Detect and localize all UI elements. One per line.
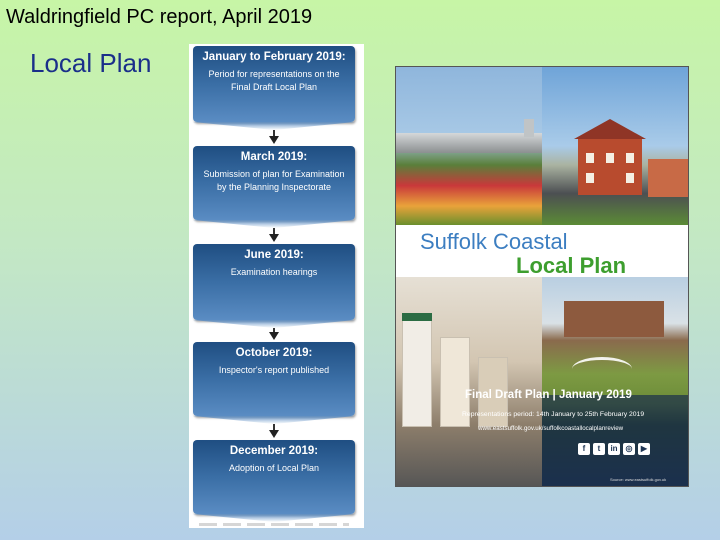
arrow-down-icon: [269, 136, 279, 144]
stage-description: Adoption of Local Plan: [228, 463, 320, 473]
house-shape: [574, 119, 646, 195]
council-logo: [572, 357, 632, 381]
stage-description: Submission of plan for Examination by th…: [203, 169, 345, 192]
cover-subtitle: Final Draft Plan | January 2019: [465, 389, 632, 401]
arrow-down-icon: [269, 234, 279, 242]
window: [586, 173, 594, 183]
street-photo: [396, 277, 542, 486]
local-plan-cover-image: Suffolk Coastal Local Plan Final Draft P…: [395, 66, 689, 487]
section-title: Local Plan: [30, 48, 152, 78]
housing-photo: [542, 67, 688, 225]
window: [626, 173, 634, 183]
cover-title-line2: Local Plan: [516, 253, 627, 278]
stage-description: Inspector's report published: [218, 365, 330, 375]
house-shape: [648, 159, 688, 197]
pier-tower: [524, 119, 534, 137]
shopfront: [402, 317, 432, 427]
social-icons: f t in ◎ ▶: [578, 443, 650, 455]
arrow-down-icon: [269, 332, 279, 340]
timeline-stage: October 2019: Inspector's report publish…: [193, 342, 355, 416]
youtube-icon: ▶: [638, 443, 650, 455]
instagram-icon: ◎: [623, 443, 635, 455]
timeline-stage: March 2019: Submission of plan for Exami…: [193, 146, 355, 220]
cover-info-panel: [542, 395, 688, 486]
facebook-icon: f: [578, 443, 590, 455]
pier-photo: [396, 67, 542, 225]
stage-date: June 2019:: [244, 249, 304, 261]
stage-date: January to February 2019:: [202, 51, 346, 63]
window: [586, 153, 594, 163]
timeline-stage: June 2019: Examination hearings: [193, 244, 355, 320]
timeline-stage: January to February 2019: Period for rep…: [193, 46, 355, 122]
twitter-icon: t: [593, 443, 605, 455]
linkedin-icon: in: [608, 443, 620, 455]
pier-structure: [396, 133, 542, 153]
timeline-panel: January to February 2019: Period for rep…: [189, 44, 364, 528]
stage-description: Period for representations on the Final …: [208, 69, 340, 92]
cover-title-line1: Suffolk Coastal: [420, 229, 568, 254]
awning: [402, 313, 432, 321]
window: [606, 153, 614, 163]
stage-date: March 2019:: [240, 151, 308, 163]
cover-url: www.eastsuffolk.gov.uk/suffolkcoastalloc…: [478, 425, 624, 432]
timeline-stage: December 2019: Adoption of Local Plan: [193, 440, 355, 514]
faint-footer-text: [199, 523, 349, 526]
arrow-down-icon: [269, 430, 279, 438]
stage-date: December 2019:: [229, 445, 319, 457]
stage-description: Examination hearings: [230, 267, 318, 277]
cover-source: Source: www.eastsuffolk.gov.uk: [610, 477, 667, 482]
cover-representations: Representations period: 14th January to …: [462, 411, 645, 418]
castle-shape: [564, 301, 664, 337]
window: [626, 153, 634, 163]
stage-date: October 2019:: [235, 347, 313, 359]
header-title: Waldringfield PC report, April 2019: [6, 6, 313, 28]
